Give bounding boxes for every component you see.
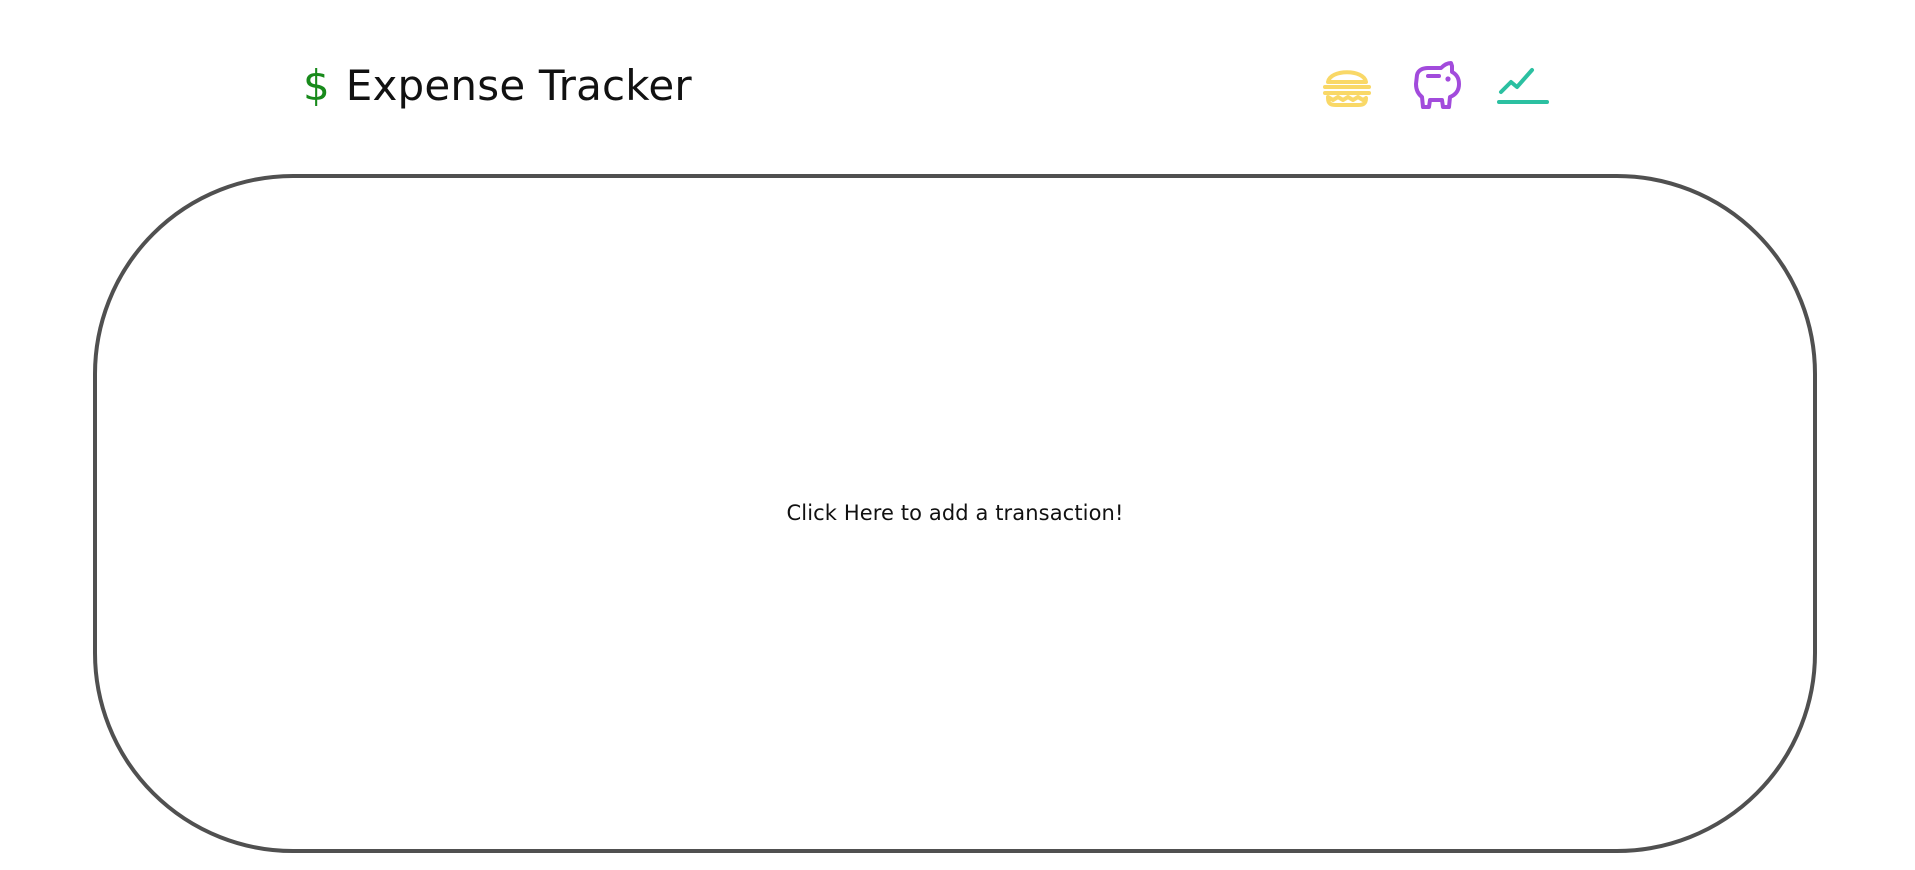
savings-button[interactable] <box>1406 57 1464 115</box>
piggy-bank-icon <box>1414 61 1461 109</box>
piggy-bank-body <box>1414 61 1461 109</box>
piggy-bank-eye <box>1445 76 1451 82</box>
trend-line <box>1499 68 1534 94</box>
top-nav <box>1318 56 1552 116</box>
statistics-button[interactable] <box>1494 57 1552 115</box>
hamburger-bun-top <box>1326 70 1368 84</box>
add-transaction-card[interactable]: Click Here to add a transaction! <box>93 174 1817 853</box>
app-title: Expense Tracker <box>345 61 692 110</box>
top-header: $ Expense Tracker <box>0 0 1915 170</box>
food-expenses-button[interactable] <box>1318 57 1376 115</box>
hamburger-bun-bottom <box>1326 95 1368 107</box>
add-transaction-prompt[interactable]: Click Here to add a transaction! <box>787 503 1124 524</box>
trend-chart-icon <box>1497 68 1549 104</box>
dollar-icon: $ <box>303 61 330 110</box>
hamburger-icon <box>1323 70 1371 107</box>
app-brand: $ Expense Tracker <box>303 58 692 114</box>
